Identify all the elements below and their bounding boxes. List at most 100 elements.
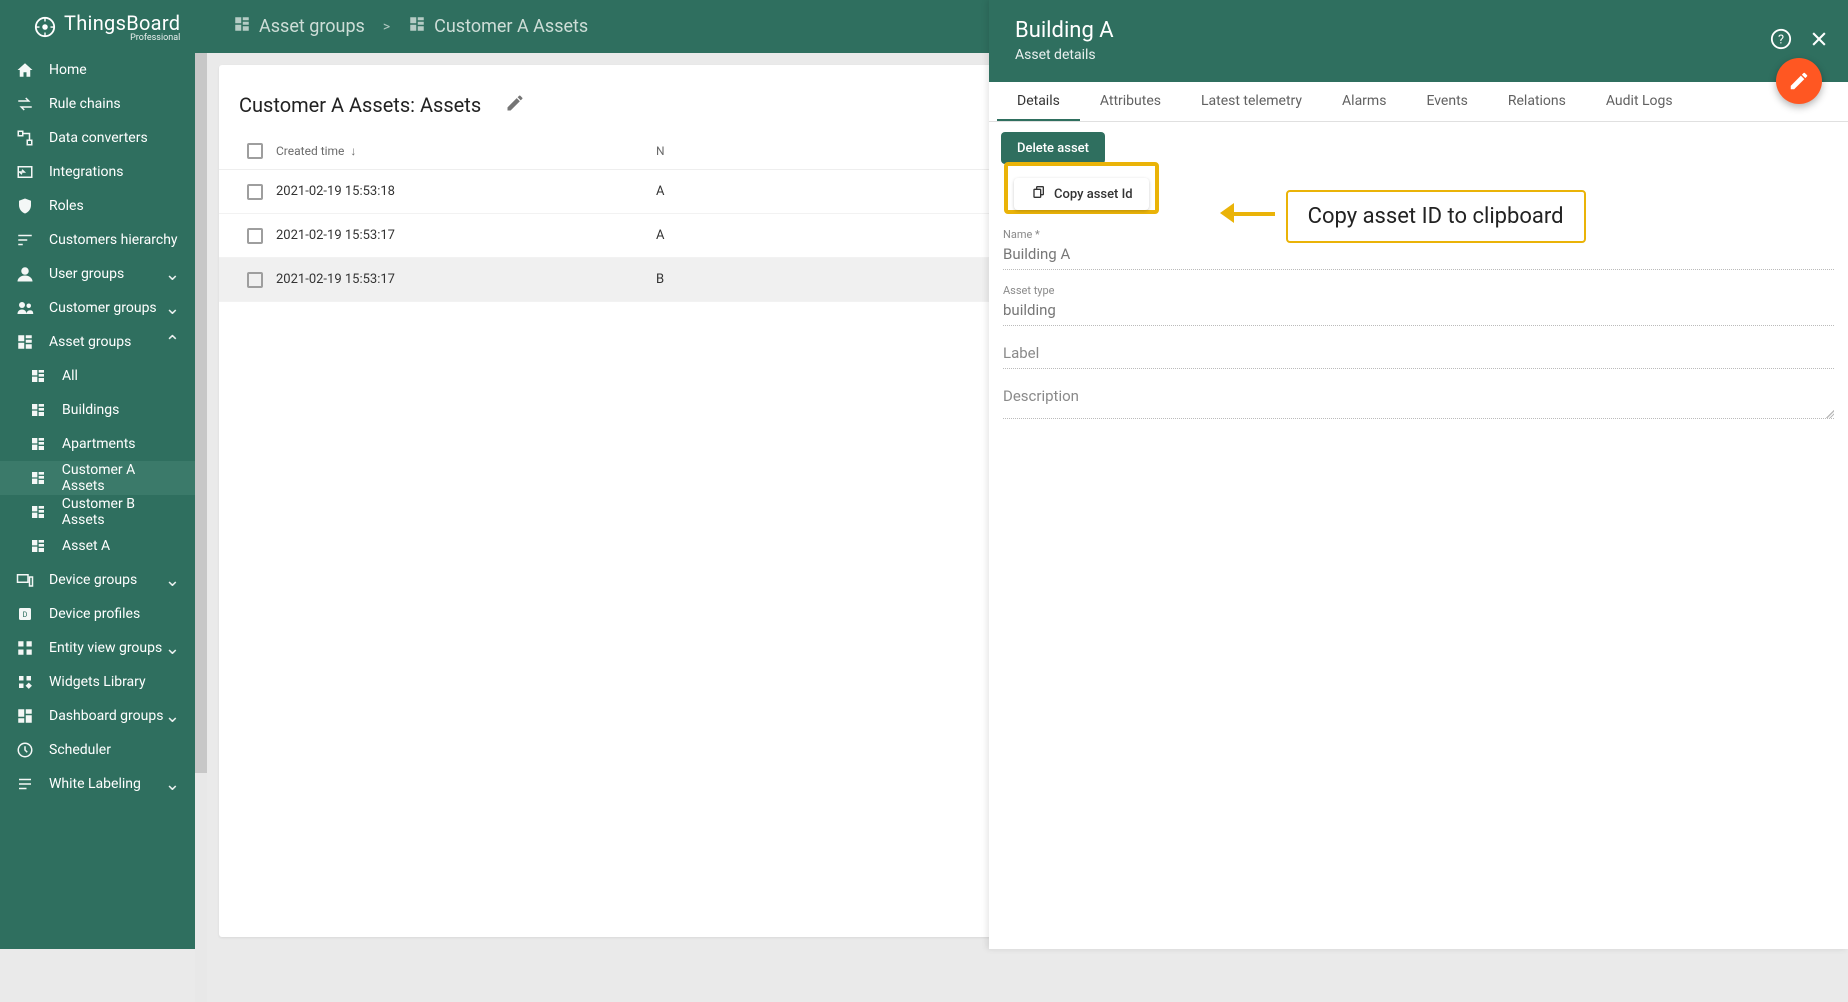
- sidebar-item-dashboard-groups[interactable]: Dashboard groups⌄: [0, 699, 195, 733]
- domain-icon: [28, 402, 48, 418]
- sidebar-item-asset-a[interactable]: Asset A: [0, 529, 195, 563]
- domain-icon: [233, 15, 251, 38]
- svg-text:D: D: [23, 610, 28, 619]
- breadcrumb-level1[interactable]: Asset groups: [259, 16, 365, 37]
- breadcrumb-level2[interactable]: Customer A Assets: [434, 16, 588, 37]
- sidebar-item-customers-hierarchy[interactable]: Customers hierarchy: [0, 223, 195, 257]
- row-checkbox[interactable]: [247, 228, 263, 244]
- badge-icon: D: [15, 605, 35, 623]
- field-type-label: Asset type: [1003, 284, 1834, 297]
- view-icon: [15, 639, 35, 657]
- sidebar-item-label: User groups: [49, 266, 124, 282]
- close-icon[interactable]: [1808, 28, 1830, 50]
- sidebar-item-buildings[interactable]: Buildings: [0, 393, 195, 427]
- sidebar-item-customer-groups[interactable]: Customer groups ⌄: [0, 291, 195, 325]
- devices-icon: [15, 571, 35, 589]
- sidebar-item-label: Data converters: [49, 130, 148, 146]
- sidebar-item-asset-groups[interactable]: Asset groups⌃: [0, 325, 195, 359]
- sidebar-item-home[interactable]: Home: [0, 53, 195, 87]
- domain-icon: [28, 538, 48, 554]
- sidebar-item-scheduler[interactable]: Scheduler: [0, 733, 195, 767]
- sidebar-item-integrations[interactable]: Integrations: [0, 155, 195, 189]
- sidebar-item-all[interactable]: All: [0, 359, 195, 393]
- sidebar-item-label: Asset groups: [49, 334, 131, 350]
- sidebar-item-customer-b-assets[interactable]: Customer B Assets: [0, 495, 195, 529]
- tab-latest-telemetry[interactable]: Latest telemetry: [1181, 82, 1322, 121]
- sidebar-item-label: All: [62, 368, 78, 384]
- delete-asset-button[interactable]: Delete asset: [1001, 132, 1105, 164]
- sidebar-item-label: Buildings: [62, 402, 119, 418]
- user-icon: [15, 265, 35, 283]
- sidebar-item-label: Device profiles: [49, 606, 140, 622]
- domain-icon: [28, 504, 48, 520]
- field-type-input[interactable]: building: [1003, 297, 1834, 326]
- clock-icon: [15, 741, 35, 759]
- sidebar-item-white-labeling[interactable]: White Labeling ⌄: [0, 767, 195, 801]
- copy-asset-id-button[interactable]: Copy asset Id: [1014, 178, 1149, 210]
- detail-panel: Building A Asset details ? Details Attri…: [989, 0, 1848, 949]
- cell-created: 2021-02-19 15:53:17: [276, 228, 656, 243]
- sidebar-item-device-profiles[interactable]: D Device profiles: [0, 597, 195, 631]
- sidebar-item-device-groups[interactable]: Device groups ⌄: [0, 563, 195, 597]
- row-checkbox[interactable]: [247, 184, 263, 200]
- sidebar-item-label: White Labeling: [49, 776, 141, 792]
- arrow-icon: [1202, 198, 1266, 236]
- sort-icon: [15, 231, 35, 249]
- logo[interactable]: ThingsBoard Professional: [0, 11, 195, 43]
- sidebar-item-rule-chains[interactable]: Rule chains: [0, 87, 195, 121]
- sidebar-item-label: Customer groups: [49, 300, 157, 316]
- select-all-checkbox[interactable]: [247, 143, 263, 159]
- field-description-input[interactable]: Description: [1003, 383, 1834, 419]
- chevron-down-icon: ⌄: [165, 774, 180, 795]
- tab-relations[interactable]: Relations: [1488, 82, 1586, 121]
- brand-name: ThingsBoard: [64, 11, 180, 35]
- sidebar-item-user-groups[interactable]: User groups⌄: [0, 257, 195, 291]
- detail-subtitle: Asset details: [1015, 47, 1822, 63]
- chevron-down-icon: ⌄: [165, 638, 180, 659]
- field-label-input[interactable]: Label: [1003, 340, 1834, 369]
- sidebar-item-label: Customers hierarchy: [49, 232, 178, 248]
- brand-edition: Professional: [64, 33, 180, 43]
- edit-fab-button[interactable]: [1776, 58, 1822, 104]
- input-icon: [15, 163, 35, 181]
- sidebar-item-label: Customer B Assets: [62, 496, 180, 528]
- tab-alarms[interactable]: Alarms: [1322, 82, 1406, 121]
- callout-annotation: Copy asset ID to clipboard: [1202, 190, 1586, 243]
- sidebar-item-label: Integrations: [49, 164, 123, 180]
- sidebar-item-roles[interactable]: Roles: [0, 189, 195, 223]
- sidebar-item-widgets-library[interactable]: Widgets Library: [0, 665, 195, 699]
- edit-icon[interactable]: [505, 93, 525, 117]
- dashboard-icon: [15, 707, 35, 725]
- chevron-down-icon: ⌄: [165, 570, 180, 591]
- domain-icon: [28, 368, 48, 384]
- sidebar: Home Rule chains Data converters Integra…: [0, 53, 195, 949]
- home-icon: [15, 61, 35, 79]
- row-checkbox[interactable]: [247, 272, 263, 288]
- shield-icon: [15, 197, 35, 215]
- tab-details[interactable]: Details: [997, 82, 1080, 121]
- tab-events[interactable]: Events: [1406, 82, 1487, 121]
- scrollbar-thumb[interactable]: [195, 53, 207, 773]
- sidebar-item-label: Device groups: [49, 572, 137, 588]
- sidebar-item-data-converters[interactable]: Data converters: [0, 121, 195, 155]
- sidebar-item-apartments[interactable]: Apartments: [0, 427, 195, 461]
- highlight-annotation: Copy asset Id: [1004, 162, 1159, 214]
- copy-button-label: Copy asset Id: [1054, 187, 1133, 202]
- field-name-input[interactable]: Building A: [1003, 241, 1834, 270]
- format-icon: [15, 775, 35, 793]
- logo-icon: [34, 16, 56, 38]
- sidebar-item-entity-view-groups[interactable]: Entity view groups⌄: [0, 631, 195, 665]
- help-icon[interactable]: ?: [1770, 28, 1792, 50]
- sidebar-item-label: Rule chains: [49, 96, 121, 112]
- chevron-down-icon: ⌄: [165, 298, 180, 319]
- sidebar-item-label: Widgets Library: [49, 674, 146, 690]
- tab-attributes[interactable]: Attributes: [1080, 82, 1181, 121]
- transform-icon: [15, 129, 35, 147]
- tab-audit-logs[interactable]: Audit Logs: [1586, 82, 1693, 121]
- column-created-time[interactable]: Created time ↓: [276, 144, 656, 158]
- sidebar-item-label: Apartments: [62, 436, 136, 452]
- cell-created: 2021-02-19 15:53:17: [276, 272, 656, 287]
- sidebar-item-customer-a-assets[interactable]: Customer A Assets: [0, 461, 195, 495]
- sidebar-item-label: Scheduler: [49, 742, 111, 758]
- breadcrumb-separator: >: [383, 19, 390, 35]
